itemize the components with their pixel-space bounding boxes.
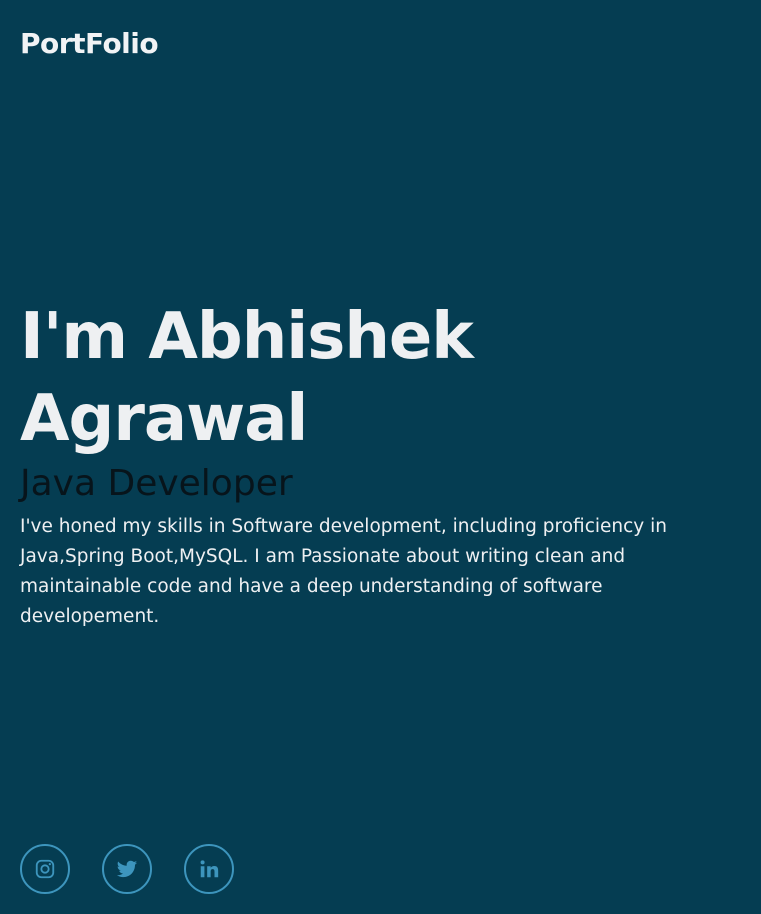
hero-section: I'm Abhishek Agrawal Java Developer I've… xyxy=(20,296,740,632)
hero-role: Java Developer xyxy=(20,463,293,504)
linkedin-link[interactable] xyxy=(184,844,234,894)
instagram-icon xyxy=(35,859,55,879)
brand-logo[interactable]: PortFolio xyxy=(20,27,159,60)
social-links xyxy=(20,844,234,894)
linkedin-icon xyxy=(200,860,219,878)
hero-title: I'm Abhishek Agrawal xyxy=(20,300,474,456)
instagram-link[interactable] xyxy=(20,844,70,894)
twitter-link[interactable] xyxy=(102,844,152,894)
twitter-icon xyxy=(116,860,138,878)
hero-description: I've honed my skills in Software develop… xyxy=(20,516,667,627)
